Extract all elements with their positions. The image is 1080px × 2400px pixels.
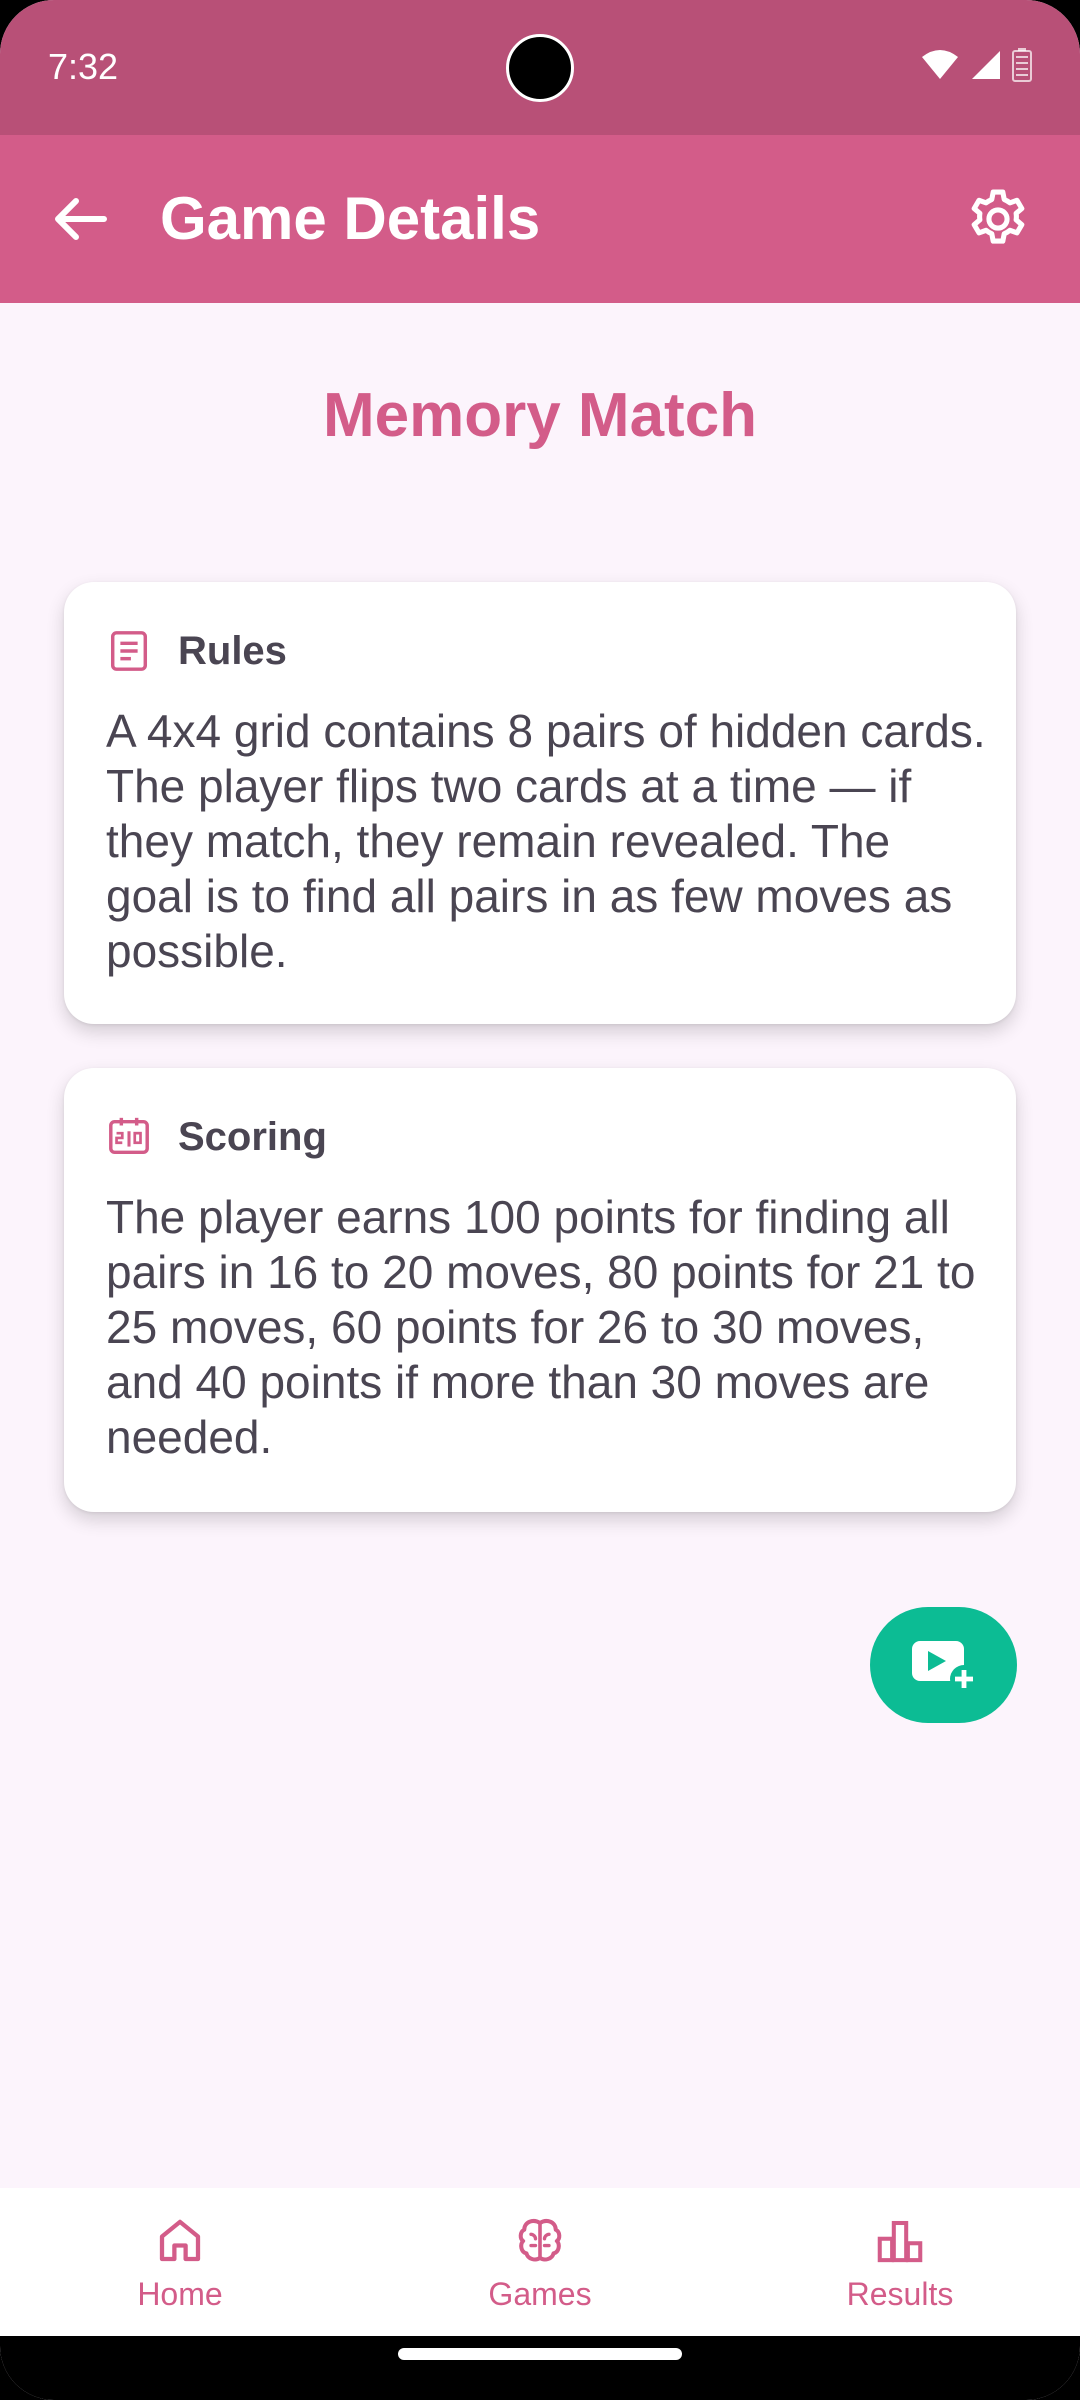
- arrow-back-icon: [55, 198, 107, 240]
- bar-chart-icon: [877, 2220, 923, 2263]
- rules-card: Rules A 4x4 grid contains 8 pairs of hid…: [64, 582, 1016, 1024]
- back-button[interactable]: [48, 187, 112, 251]
- camera-cutout: [506, 34, 574, 102]
- video-add-icon: [911, 1641, 978, 1693]
- settings-button[interactable]: [964, 185, 1032, 253]
- add-video-fab[interactable]: [870, 1607, 1017, 1723]
- document-icon: [110, 631, 148, 671]
- status-icons: [920, 48, 1032, 82]
- nav-item-games[interactable]: Games: [360, 2188, 720, 2336]
- rules-title: Rules: [178, 628, 287, 673]
- nav-label-home: Home: [137, 2276, 223, 2312]
- game-title: Memory Match: [322, 381, 758, 450]
- brain-icon: [518, 2219, 562, 2262]
- home-icon: [159, 2219, 201, 2262]
- rules-body: A 4x4 grid contains 8 pairs of hidden ca…: [106, 705, 986, 977]
- scoring-body: The player earns 100 points for finding …: [106, 1191, 976, 1463]
- wifi-icon: [922, 50, 958, 79]
- gesture-area: [0, 2336, 1080, 2400]
- home-gesture-handle[interactable]: [398, 2348, 682, 2360]
- nav-item-results[interactable]: Results: [720, 2188, 1080, 2336]
- scoring-card: Scoring The player earns 100 points for …: [64, 1068, 1016, 1512]
- nav-label-results: Results: [846, 2276, 954, 2312]
- nav-item-home[interactable]: Home: [0, 2188, 360, 2336]
- status-time: 7:32: [48, 46, 119, 87]
- screen: 7:32 Game Details Memory Match Rules A 4…: [0, 0, 1080, 2400]
- scoreboard-icon: [109, 1117, 149, 1155]
- scoring-title: Scoring: [178, 1114, 327, 1159]
- status-bar: 7:32: [0, 0, 1080, 135]
- rules-card-header: Rules: [106, 628, 287, 674]
- page-title: Game Details: [160, 185, 541, 252]
- app-bar: Game Details: [0, 135, 1080, 303]
- cellular-signal-icon: [972, 51, 1000, 79]
- gear-icon: [971, 189, 1025, 244]
- bottom-navigation: Home Games Results: [0, 2188, 1080, 2336]
- scoring-card-header: Scoring: [106, 1114, 327, 1160]
- battery-icon: [1012, 48, 1032, 82]
- nav-label-games: Games: [488, 2276, 592, 2312]
